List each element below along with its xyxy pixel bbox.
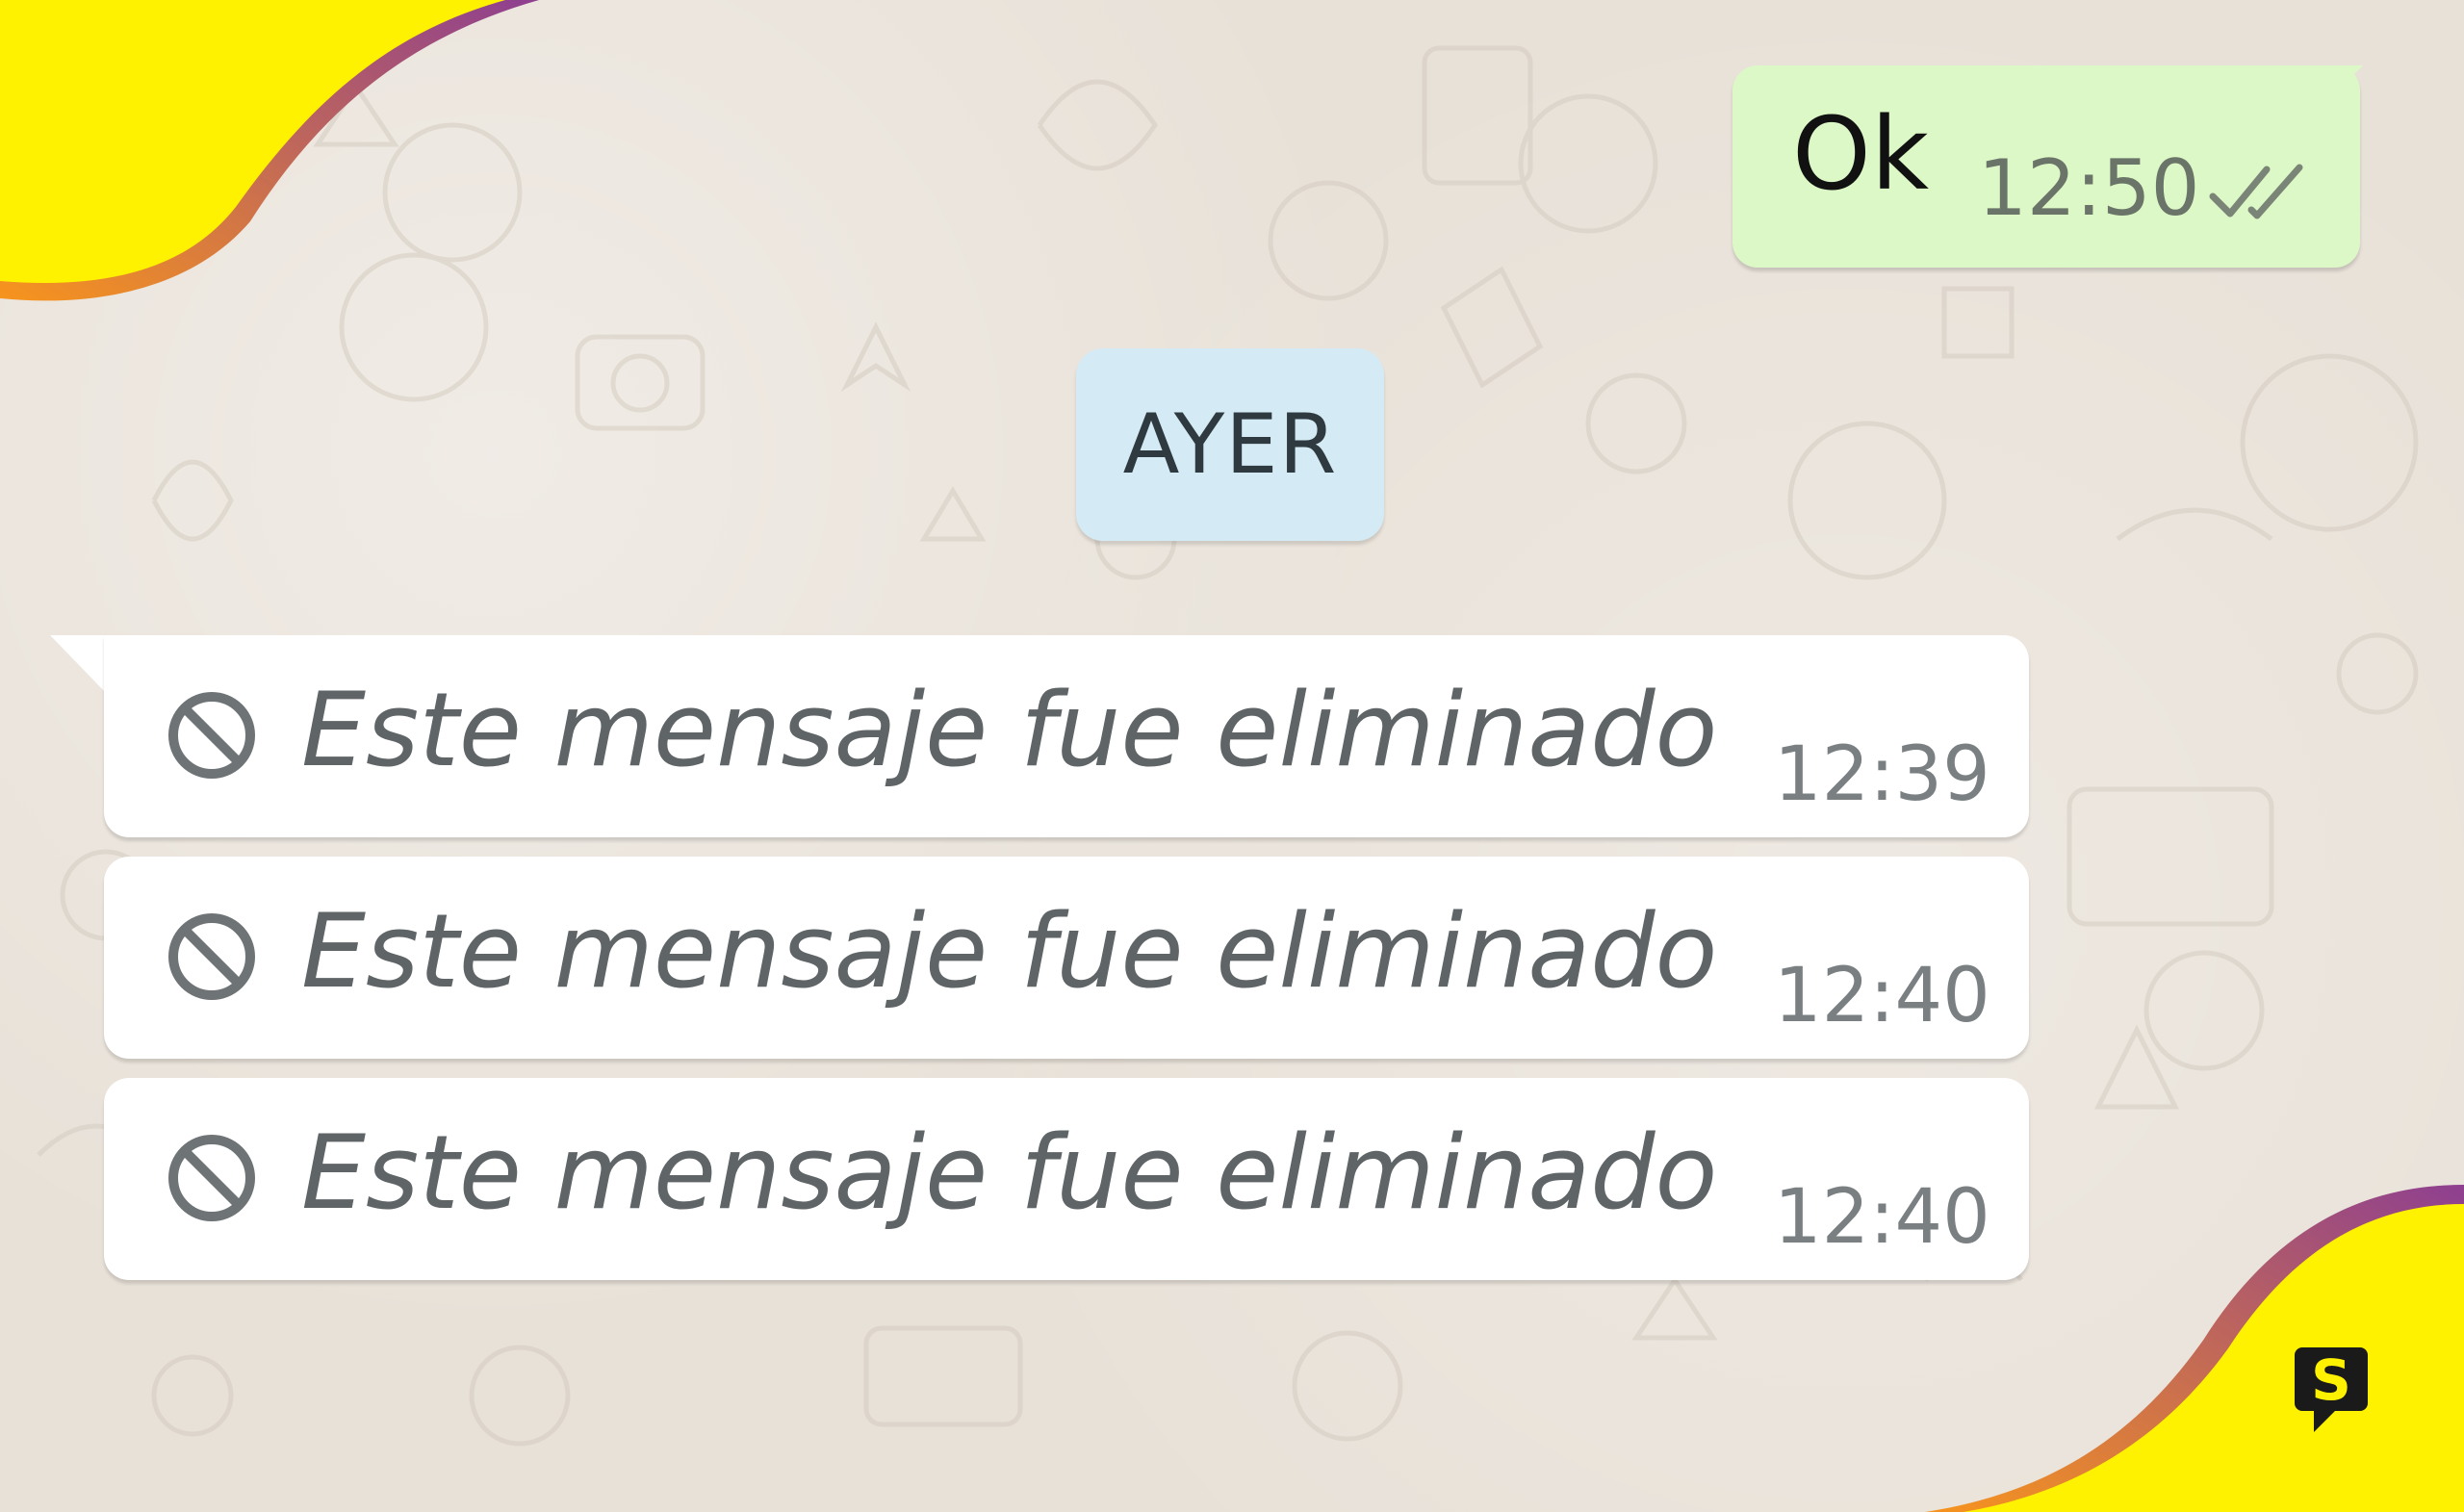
deleted-message[interactable]: Este mensaje fue eliminado 12:40 [104,857,2029,1059]
outgoing-message-text: Ok [1792,95,1930,213]
message-time: 12:39 [1774,731,1990,818]
double-check-icon [2209,164,2303,219]
logo-letter: S [2311,1347,2351,1413]
date-separator: AYER [1076,348,1384,541]
message-time: 12:40 [1774,953,1990,1039]
deleted-message-text: Este mensaje fue eliminado [301,892,1718,1011]
incoming-bubble-tail [50,635,108,695]
message-time: 12:40 [1774,1174,1990,1261]
outgoing-bubble-tail [2305,65,2363,123]
corner-decoration-top-left [0,0,539,301]
deleted-message[interactable]: Este mensaje fue eliminado 12:40 [104,1078,2029,1280]
outgoing-message-time: 12:50 [1978,143,2200,233]
deleted-message-text: Este mensaje fue eliminado [301,1114,1718,1232]
outgoing-message[interactable]: Ok 12:50 [1732,65,2363,271]
deleted-message[interactable]: Este mensaje fue eliminado 12:39 [104,635,2029,837]
brand-logo: S [2260,1309,2402,1451]
block-icon [168,1135,255,1221]
block-icon [168,692,255,779]
block-icon [168,913,255,1000]
deleted-message-text: Este mensaje fue eliminado [301,671,1718,789]
